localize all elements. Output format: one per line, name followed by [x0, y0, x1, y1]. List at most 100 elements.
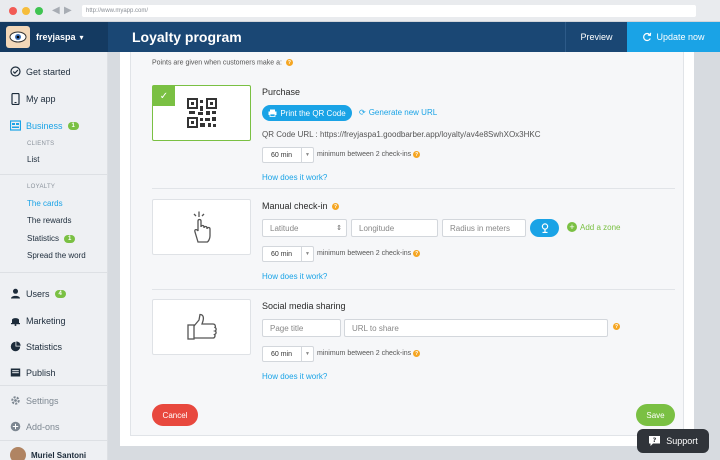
user-icon — [10, 288, 21, 299]
sidebar-item-users[interactable]: Users 4 — [10, 288, 66, 299]
radius-input[interactable]: Radius in meters — [442, 219, 526, 237]
purchase-title: Purchase — [262, 87, 301, 97]
help-icon[interactable]: ? — [332, 203, 340, 211]
maximize-window-dot[interactable] — [35, 7, 43, 15]
sidebar-divider — [0, 174, 108, 175]
support-button[interactable]: ? Support — [637, 429, 709, 453]
manual-checkin-title: Manual check-in ? — [262, 201, 340, 211]
stepper-icon[interactable]: ⇕ — [336, 224, 342, 232]
update-now-button[interactable]: Update now — [627, 22, 720, 52]
top-bar: freyjaspa ▾ Loyalty program Preview Upda… — [0, 22, 720, 52]
manual-checkin-label: Manual check-in — [262, 201, 328, 211]
qr-code-url: QR Code URL : https://freyjaspa1.goodbar… — [262, 130, 541, 139]
social-sharing-tile[interactable] — [152, 299, 251, 355]
phone-icon — [10, 92, 21, 105]
save-button[interactable]: Save — [636, 404, 675, 426]
sidebar-item-label: Business — [26, 120, 63, 131]
close-window-dot[interactable] — [9, 7, 17, 15]
thumbs-up-icon — [186, 313, 217, 340]
tap-hand-icon — [193, 211, 211, 243]
url-to-share-input[interactable]: URL to share — [344, 319, 608, 337]
help-icon[interactable]: ? — [413, 350, 421, 357]
sidebar-item-add-ons[interactable]: Add-ons — [10, 421, 60, 432]
sidebar-subitem-label: Statistics — [27, 234, 60, 243]
interval-hint: minimum between 2 check-ins ? — [317, 151, 421, 158]
forward-arrow-icon[interactable]: ▶ — [64, 5, 72, 16]
help-icon[interactable]: ? — [413, 151, 421, 158]
sidebar-item-label: Publish — [26, 367, 56, 378]
status-badge: 1 — [67, 121, 79, 130]
chat-bubble-icon: ? — [649, 436, 661, 446]
chevron-down-icon: ▼ — [301, 247, 313, 261]
sidebar-subitem-list[interactable]: List — [27, 155, 39, 164]
account-menu[interactable]: Muriel Santoni — [10, 447, 86, 460]
sidebar-item-publish[interactable]: Publish — [10, 367, 56, 378]
sidebar-subitem-statistics[interactable]: Statistics 1 — [27, 234, 76, 243]
address-bar[interactable]: http://www.myapp.com/ — [82, 5, 696, 17]
bell-icon — [10, 315, 21, 326]
chevron-down-icon: ▾ — [79, 32, 84, 42]
interval-value: 60 min — [271, 350, 293, 358]
sidebar-item-label: Get started — [26, 66, 71, 77]
section-divider — [152, 188, 675, 189]
how-it-works-link[interactable]: How does it work? — [262, 372, 327, 381]
print-qr-code-button[interactable]: Print the QR Code — [262, 105, 352, 121]
intro-text: Points are given when customers make a: … — [152, 59, 293, 66]
business-icon — [10, 120, 21, 131]
plus-icon: + — [567, 222, 577, 232]
latitude-input[interactable]: Latitude ⇕ — [262, 219, 347, 237]
sidebar-item-label: Users — [26, 288, 50, 299]
add-zone-label: Add a zone — [580, 222, 621, 232]
manual-interval-select[interactable]: 60 min ▼ — [262, 246, 314, 262]
longitude-input[interactable]: Longitude — [351, 219, 438, 237]
social-interval-select[interactable]: 60 min ▼ — [262, 346, 314, 362]
location-pin-icon — [541, 223, 548, 233]
printer-icon — [268, 109, 277, 117]
checkmark-icon: ✓ — [153, 86, 175, 106]
pie-chart-icon — [10, 341, 21, 352]
sidebar-item-business[interactable]: Business 1 — [10, 120, 79, 131]
print-qr-code-label: Print the QR Code — [280, 108, 346, 118]
generate-url-link[interactable]: ⟳ Generate new URL — [359, 108, 437, 117]
purchase-interval-select[interactable]: 60 min ▼ — [262, 147, 314, 163]
sidebar-item-statistics[interactable]: Statistics — [10, 341, 62, 352]
sidebar-subitem-the-rewards[interactable]: The rewards — [27, 216, 71, 225]
how-it-works-link[interactable]: How does it work? — [262, 272, 327, 281]
how-it-works-link[interactable]: How does it work? — [262, 173, 327, 182]
cancel-button[interactable]: Cancel — [152, 404, 198, 426]
manual-checkin-tile[interactable] — [152, 199, 251, 255]
sidebar-item-label: Marketing — [26, 315, 66, 326]
eye-icon — [9, 31, 27, 43]
back-arrow-icon[interactable]: ◀ — [52, 5, 60, 16]
browser-chrome: ◀ ▶ http://www.myapp.com/ — [0, 0, 720, 22]
qr-code-icon — [186, 98, 217, 128]
sidebar-item-marketing[interactable]: Marketing — [10, 315, 66, 326]
preview-button[interactable]: Preview — [565, 22, 627, 52]
page-title-input[interactable]: Page title — [262, 319, 341, 337]
sidebar: Get started My app Business 1 CLIENTS Li… — [0, 52, 108, 460]
sidebar-subitem-the-cards[interactable]: The cards — [27, 199, 63, 208]
locate-button[interactable] — [530, 219, 559, 237]
sidebar-item-my-app[interactable]: My app — [10, 92, 56, 105]
interval-value: 60 min — [271, 151, 293, 159]
purchase-tile[interactable]: ✓ — [152, 85, 251, 141]
section-divider — [152, 289, 675, 290]
minimize-window-dot[interactable] — [22, 7, 30, 15]
help-icon[interactable]: ? — [413, 250, 421, 257]
user-menu[interactable]: freyjaspa ▾ — [0, 22, 108, 52]
sidebar-subitem-spread-the-word[interactable]: Spread the word — [27, 251, 86, 260]
plus-circle-icon — [10, 421, 21, 432]
chevron-down-icon: ▼ — [301, 148, 313, 162]
help-icon[interactable]: ? — [285, 59, 293, 66]
svg-text:?: ? — [653, 436, 657, 444]
intro-label: Points are given when customers make a: — [152, 59, 282, 67]
sidebar-item-settings[interactable]: Settings — [10, 395, 59, 406]
avatar — [10, 447, 26, 460]
sidebar-divider — [0, 440, 108, 441]
update-now-label: Update now — [656, 32, 705, 42]
help-icon[interactable]: ? — [613, 323, 620, 330]
page-title-placeholder: Page title — [270, 323, 304, 333]
sidebar-item-get-started[interactable]: Get started — [10, 66, 71, 77]
add-zone-button[interactable]: + Add a zone — [567, 222, 620, 232]
sidebar-divider — [0, 385, 108, 386]
